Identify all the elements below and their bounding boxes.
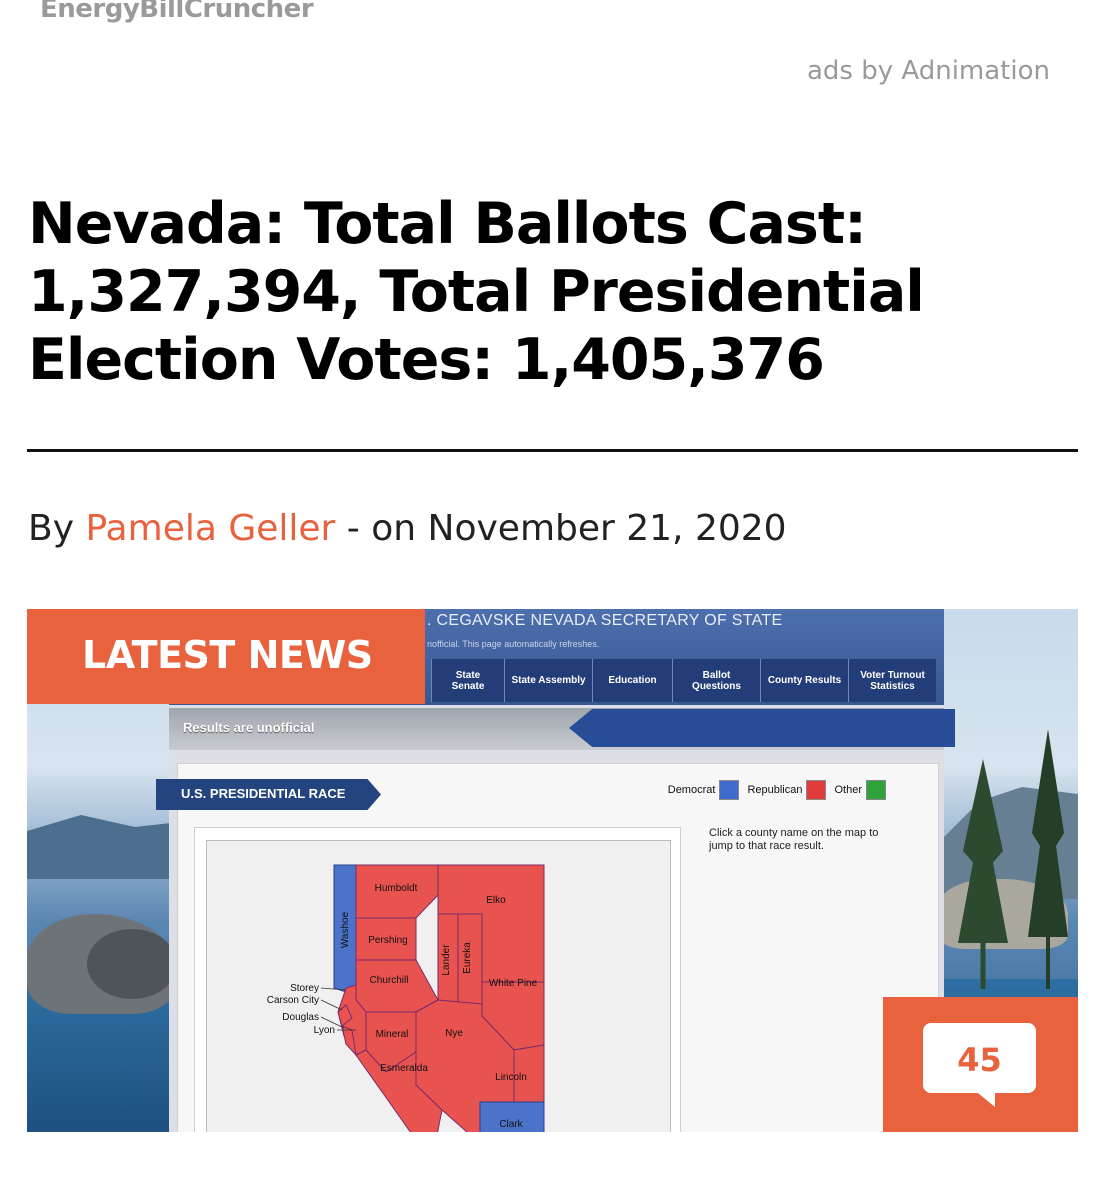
label-eureka[interactable]: Eureka (462, 942, 473, 974)
ads-label: ads by Adnimation (806, 56, 1050, 86)
legend-other-label: Other (834, 784, 862, 796)
comment-count-badge[interactable]: 45 (883, 997, 1078, 1132)
label-lander[interactable]: Lander (441, 944, 452, 976)
legend-republican-swatch (806, 780, 827, 800)
byline: By Pamela Geller - on November 21, 2020 (28, 508, 787, 549)
nav-state-assembly: State Assembly (504, 659, 592, 702)
label-lyon[interactable]: Lyon (314, 1025, 335, 1036)
party-legend: Democrat Republican Other (668, 780, 894, 800)
date-prefix: - on (346, 508, 417, 549)
sos-title: . CEGAVSKE NEVADA SECRETARY OF STATE (427, 612, 783, 629)
label-white-pine[interactable]: White Pine (489, 978, 538, 989)
hero-image[interactable]: . CEGAVSKE NEVADA SECRETARY OF STATE nof… (27, 609, 1078, 1132)
label-esmeralda[interactable]: Esmeralda (380, 1063, 428, 1074)
legend-republican-label: Republican (747, 784, 803, 796)
title-divider (27, 449, 1078, 452)
race-title: U.S. PRESIDENTIAL RACE (181, 786, 346, 801)
label-clark[interactable]: Clark (499, 1119, 523, 1130)
label-churchill[interactable]: Churchill (370, 975, 409, 986)
results-arrow (569, 709, 955, 747)
label-humboldt[interactable]: Humboldt (375, 883, 418, 894)
by-label: By (28, 508, 75, 549)
legend-democrat-swatch (719, 780, 740, 800)
nevada-county-map: Humboldt Elko Washoe Pershing Lander Eur… (267, 864, 545, 1132)
label-mineral[interactable]: Mineral (376, 1029, 409, 1040)
legend-democrat-label: Democrat (667, 784, 716, 796)
label-elko[interactable]: Elko (486, 895, 506, 906)
latest-news-label[interactable]: LATEST NEWS (82, 633, 373, 677)
sos-nav: State Senate State Assembly Education Ba… (431, 659, 936, 702)
label-carson-city[interactable]: Carson City (267, 995, 319, 1006)
label-washoe[interactable]: Washoe (340, 911, 351, 948)
nav-state-senate: State Senate (431, 659, 504, 702)
label-douglas[interactable]: Douglas (282, 1012, 319, 1023)
nav-voter-turnout: Voter Turnout Statistics (848, 659, 936, 702)
label-nye[interactable]: Nye (445, 1028, 463, 1039)
label-storey[interactable]: Storey (290, 983, 319, 994)
label-lincoln[interactable]: Lincoln (495, 1072, 527, 1083)
sos-note: nofficial. This page automatically refre… (427, 639, 600, 649)
label-pershing[interactable]: Pershing (368, 935, 407, 946)
nav-education: Education (592, 659, 672, 702)
author-link[interactable]: Pamela Geller (85, 508, 335, 549)
leader-line (320, 999, 343, 1011)
article-title: Nevada: Total Ballots Cast: 1,327,394, T… (28, 191, 925, 393)
nav-county-results: County Results (760, 659, 848, 702)
article-date: November 21, 2020 (427, 508, 787, 549)
comment-count: 45 (957, 1041, 1002, 1079)
county-churchill[interactable] (355, 959, 439, 1013)
comment-bubble-tail (973, 1089, 995, 1107)
results-text: Results are unofficial (183, 720, 315, 735)
legend-other-swatch (866, 780, 886, 800)
nav-ballot-questions: Ballot Questions (672, 659, 760, 702)
rock (87, 929, 177, 999)
site-brand[interactable]: EnergyBillCruncher (40, 0, 314, 24)
map-help-text: Click a county name on the map to jump t… (709, 827, 879, 852)
